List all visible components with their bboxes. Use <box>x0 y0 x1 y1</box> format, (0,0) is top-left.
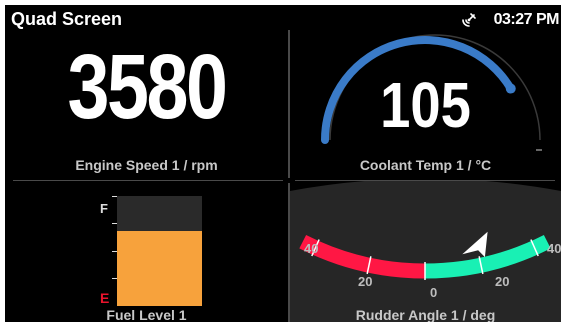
fuel-empty-mark: E <box>100 290 110 306</box>
rudder-tick-starboard-40: 40 <box>547 241 561 256</box>
rudder-angle-label: Rudder Angle 1 / deg <box>355 307 496 322</box>
rudder-tick-center: 0 <box>430 285 438 300</box>
title-bar: Quad Screen 03:27 PM <box>5 5 561 35</box>
rudder-tick-starboard-20: 20 <box>495 274 510 289</box>
fuel-level-fill <box>117 231 202 306</box>
fuel-level-panel[interactable]: F E Fuel Level 1 <box>5 181 288 322</box>
engine-speed-value: 3580 <box>67 36 227 138</box>
rudder-tick-port-40: 40 <box>304 241 319 256</box>
screen-title: Quad Screen <box>11 9 123 29</box>
rudder-gauge <box>290 181 561 322</box>
coolant-temp-panel[interactable]: 105 Coolant Temp 1 / °C <box>290 33 561 179</box>
coolant-temp-value: 105 <box>380 69 471 141</box>
fuel-level-label: Fuel Level 1 <box>106 307 187 322</box>
quad-screen: Quad Screen 03:27 PM 3580 Engine Speed 1… <box>5 5 561 322</box>
fuel-full-mark: F <box>100 201 108 216</box>
coolant-temp-label: Coolant Temp 1 / °C <box>359 157 492 173</box>
rudder-angle-panel[interactable]: 40 20 0 20 40 Rudder Angle 1 / deg <box>290 181 561 322</box>
rudder-tick-port-20: 20 <box>358 274 373 289</box>
engine-speed-label: Engine Speed 1 / rpm <box>75 157 218 173</box>
clock: 03:27 PM <box>493 11 560 28</box>
engine-speed-panel[interactable]: 3580 Engine Speed 1 / rpm <box>5 33 288 179</box>
fuel-tank-bar <box>117 196 202 306</box>
satellite-icon <box>462 13 476 27</box>
